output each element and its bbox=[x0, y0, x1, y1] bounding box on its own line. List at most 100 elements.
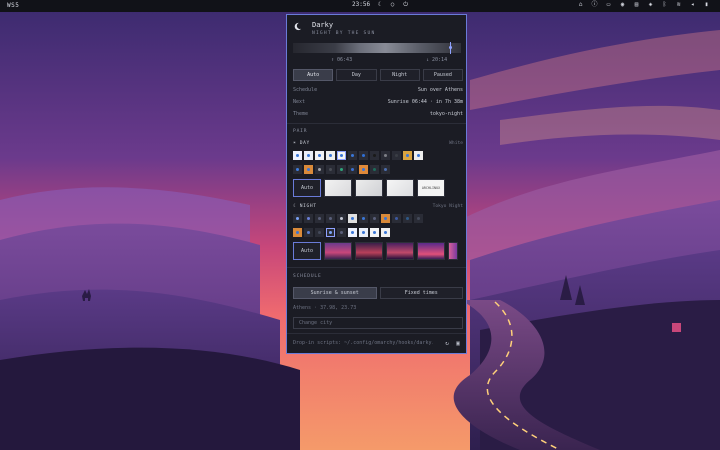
night-theme-swatch[interactable] bbox=[337, 214, 346, 223]
day-theme-swatch[interactable] bbox=[370, 151, 379, 160]
info-key: Next bbox=[293, 99, 306, 105]
night-theme-swatch[interactable] bbox=[304, 228, 313, 237]
night-theme-swatch[interactable] bbox=[315, 228, 324, 237]
save-icon[interactable]: ▣ bbox=[454, 339, 462, 347]
night-wallpaper-5[interactable] bbox=[448, 242, 458, 260]
battery-icon[interactable]: ▮ bbox=[703, 1, 710, 8]
mode-day-button[interactable]: Day bbox=[336, 69, 377, 81]
night-theme-swatch[interactable] bbox=[348, 228, 357, 237]
day-theme-swatch[interactable] bbox=[403, 151, 412, 160]
night-theme-swatch[interactable] bbox=[359, 228, 368, 237]
swatch-dot bbox=[373, 231, 376, 234]
darky-panel: Darky NIGHT BY THE SUN ↑ 06:43 ↓ 20:14 A… bbox=[286, 14, 467, 354]
day-theme-swatch[interactable] bbox=[370, 165, 379, 174]
day-theme-swatch[interactable] bbox=[359, 151, 368, 160]
sun-timeline[interactable] bbox=[293, 42, 461, 54]
bluetooth-icon[interactable]: ᛒ bbox=[661, 1, 668, 8]
day-theme-swatch[interactable] bbox=[381, 165, 390, 174]
day-theme-swatch[interactable] bbox=[304, 165, 313, 174]
day-theme-swatch[interactable] bbox=[359, 165, 368, 174]
day-theme-swatch[interactable] bbox=[381, 151, 390, 160]
mode-paused-button[interactable]: Paused bbox=[422, 69, 463, 81]
notification-icon[interactable]: ◉ bbox=[619, 1, 626, 8]
refresh-icon[interactable]: ↻ bbox=[443, 339, 451, 347]
night-wallpaper-auto[interactable]: Auto bbox=[293, 242, 321, 260]
day-theme-swatch[interactable] bbox=[326, 165, 335, 174]
day-wallpaper-3[interactable] bbox=[386, 179, 414, 197]
night-theme-swatch[interactable] bbox=[370, 214, 379, 223]
night-theme-swatch[interactable] bbox=[337, 228, 346, 237]
night-wallpaper-2[interactable] bbox=[355, 242, 383, 260]
circle-icon[interactable]: ○ bbox=[389, 1, 396, 8]
swatch-dot bbox=[395, 217, 398, 220]
bell-icon[interactable]: ⌂ bbox=[577, 1, 584, 8]
day-wallpaper-4[interactable]: ARCHLINUX bbox=[417, 179, 445, 197]
night-theme-swatch[interactable] bbox=[403, 214, 412, 223]
mode-auto-button[interactable]: Auto bbox=[293, 69, 334, 81]
night-theme-swatch[interactable] bbox=[370, 228, 379, 237]
night-theme-swatch[interactable] bbox=[381, 228, 390, 237]
night-wallpaper-1[interactable] bbox=[324, 242, 352, 260]
info-circle-icon[interactable]: ⓘ bbox=[591, 1, 598, 8]
sunrise-sunset-button[interactable]: Sunrise & sunset bbox=[293, 287, 377, 299]
folder-icon[interactable]: ▤ bbox=[633, 1, 640, 8]
day-theme-swatch[interactable] bbox=[392, 151, 401, 160]
night-theme-swatch[interactable] bbox=[381, 214, 390, 223]
info-next: Next Sunrise 06:44 · in 7h 38m bbox=[293, 99, 463, 105]
day-theme-swatch[interactable] bbox=[315, 165, 324, 174]
sunrise-time: 06:43 bbox=[337, 57, 353, 63]
topbar-center: 23:56 ☾ ○ ⏻ bbox=[352, 1, 409, 8]
display-icon[interactable]: ▭ bbox=[605, 1, 612, 8]
swatch-dot bbox=[340, 217, 343, 220]
clock[interactable]: 23:56 bbox=[352, 1, 370, 8]
dropbox-icon[interactable]: ◈ bbox=[647, 1, 654, 8]
day-theme-swatch[interactable] bbox=[337, 165, 346, 174]
day-theme-swatch[interactable] bbox=[337, 151, 346, 160]
night-theme-swatch[interactable] bbox=[348, 214, 357, 223]
power-circle-icon[interactable]: ⏻ bbox=[402, 1, 409, 8]
night-theme-swatch[interactable] bbox=[326, 228, 335, 237]
swatch-dot bbox=[417, 154, 420, 157]
swatch-dot bbox=[296, 231, 299, 234]
swatch-dot bbox=[384, 231, 387, 234]
day-wallpaper-2[interactable] bbox=[355, 179, 383, 197]
night-wallpaper-3[interactable] bbox=[386, 242, 414, 260]
sunset-time: 20:14 bbox=[432, 57, 448, 63]
day-theme-swatch[interactable] bbox=[326, 151, 335, 160]
swatch-dot bbox=[362, 231, 365, 234]
day-wallpapers: Auto ARCHLINUX bbox=[293, 179, 445, 197]
day-theme-swatch[interactable] bbox=[315, 151, 324, 160]
night-theme-swatch[interactable] bbox=[293, 228, 302, 237]
fixed-times-button[interactable]: Fixed times bbox=[379, 287, 463, 299]
moon-icon[interactable]: ☾ bbox=[376, 1, 383, 8]
day-wallpaper-1[interactable] bbox=[324, 179, 352, 197]
night-theme-swatch[interactable] bbox=[392, 214, 401, 223]
divider bbox=[287, 333, 466, 334]
day-theme-swatch[interactable] bbox=[293, 165, 302, 174]
night-theme-swatch[interactable] bbox=[304, 214, 313, 223]
night-theme-swatch[interactable] bbox=[359, 214, 368, 223]
day-theme-swatch[interactable] bbox=[348, 165, 357, 174]
swatch-dot bbox=[307, 217, 310, 220]
day-theme-swatch[interactable] bbox=[414, 151, 423, 160]
mode-night-button[interactable]: Night bbox=[379, 69, 420, 81]
night-wallpapers: Auto bbox=[293, 242, 458, 260]
day-theme-swatch[interactable] bbox=[348, 151, 357, 160]
night-theme-swatch[interactable] bbox=[326, 214, 335, 223]
workspace-indicator[interactable]: WS5 bbox=[7, 2, 19, 9]
app-title: Darky bbox=[312, 21, 334, 29]
night-theme-swatch[interactable] bbox=[315, 214, 324, 223]
volume-icon[interactable]: ◂ bbox=[689, 1, 696, 8]
city-input[interactable] bbox=[293, 317, 463, 329]
swatch-dot bbox=[373, 168, 376, 171]
wifi-icon[interactable]: ≋ bbox=[675, 1, 682, 8]
schedule-section-label: SCHEDULE bbox=[293, 274, 322, 279]
swatch-dot bbox=[362, 168, 365, 171]
day-theme-swatch[interactable] bbox=[293, 151, 302, 160]
pair-section-label: PAIR bbox=[293, 129, 308, 134]
night-wallpaper-4[interactable] bbox=[417, 242, 445, 260]
day-wallpaper-auto[interactable]: Auto bbox=[293, 179, 321, 197]
day-theme-swatch[interactable] bbox=[304, 151, 313, 160]
night-theme-swatch[interactable] bbox=[414, 214, 423, 223]
night-theme-swatch[interactable] bbox=[293, 214, 302, 223]
